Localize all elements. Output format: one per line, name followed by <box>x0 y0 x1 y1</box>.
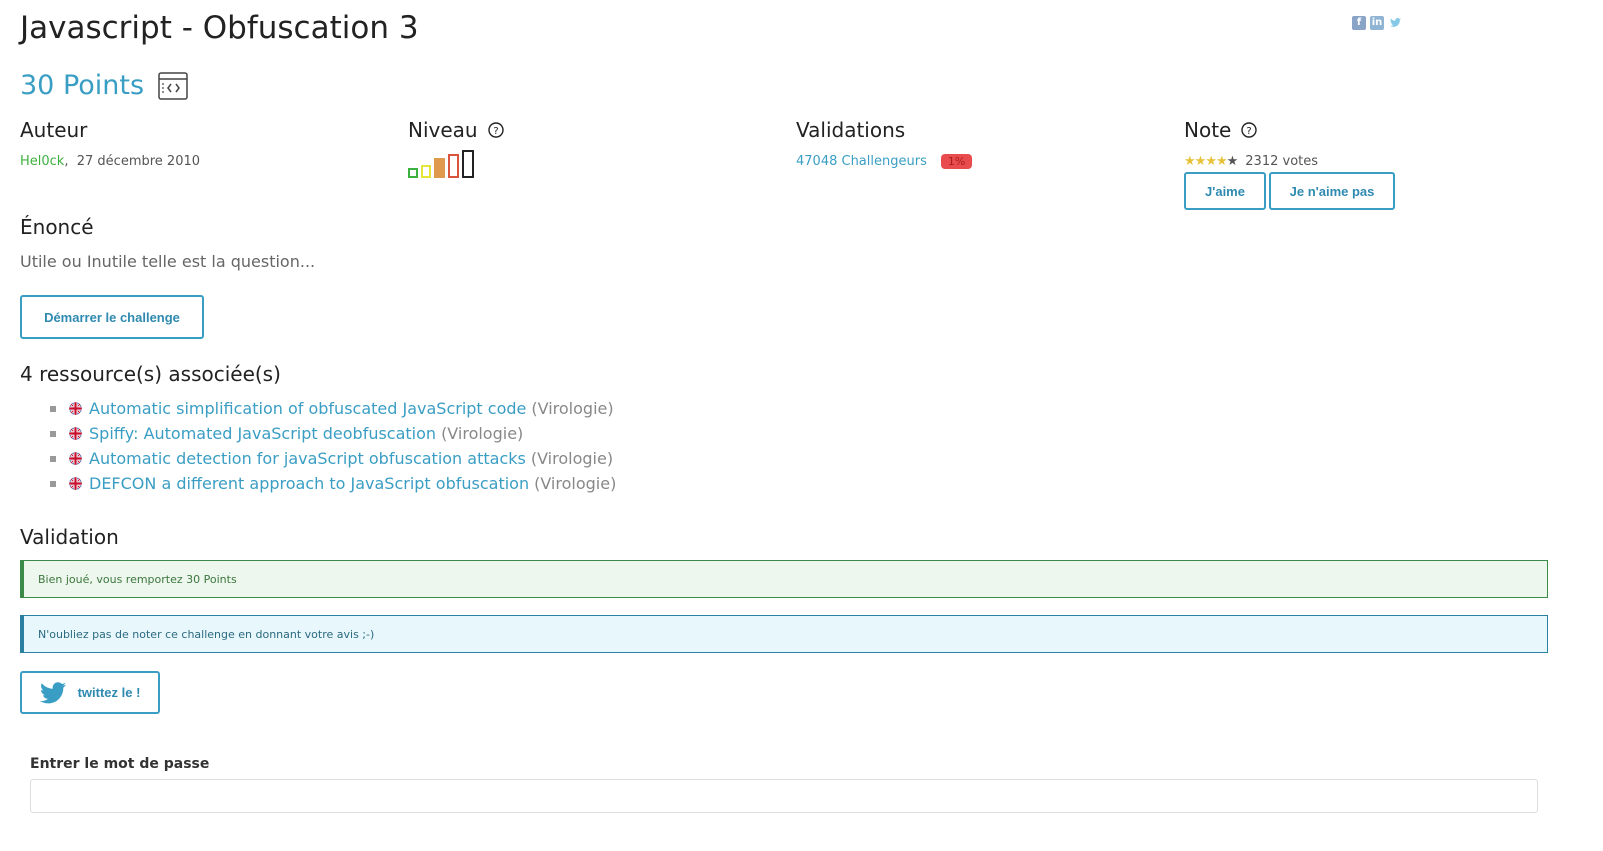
success-alert: Bien joué, vous remportez 30 Points <box>20 560 1548 598</box>
resource-category: (Virologie) <box>441 424 524 443</box>
difficulty-bar <box>448 154 459 178</box>
difficulty-bar <box>434 158 445 178</box>
svg-text:?: ? <box>493 126 498 137</box>
resource-category: (Virologie) <box>534 474 617 493</box>
author-date: 27 décembre 2010 <box>76 154 201 169</box>
twitter-icon[interactable] <box>1388 16 1402 30</box>
star-icon: ★ <box>1184 154 1196 169</box>
points-value: 30 Points <box>20 70 145 101</box>
start-challenge-button[interactable]: Démarrer le challenge <box>20 295 204 339</box>
author-link[interactable]: Hel0ck <box>20 154 64 169</box>
difficulty-bar <box>408 168 418 178</box>
info-message: N'oubliez pas de noter ce challenge en d… <box>38 627 375 641</box>
bullet <box>50 430 56 437</box>
tweet-button[interactable]: twittez le ! <box>20 671 160 714</box>
validations-section: Validations 47048 Challengeurs 1% <box>796 118 973 169</box>
difficulty-bar <box>421 165 431 178</box>
statement-heading: Énoncé <box>20 215 94 239</box>
resource-item: Automatic simplification of obfuscated J… <box>50 396 616 421</box>
page-title: Javascript - Obfuscation 3 <box>20 10 419 46</box>
password-input[interactable] <box>30 779 1538 813</box>
challengers-link[interactable]: 47048 Challengeurs <box>796 154 927 169</box>
vote-count: 2312 votes <box>1245 154 1319 169</box>
help-icon[interactable]: ? <box>487 122 504 138</box>
resource-link[interactable]: DEFCON a different approach to JavaScrip… <box>89 474 529 493</box>
statement-text: Utile ou Inutile telle est la question..… <box>20 252 316 271</box>
twitter-bird-icon <box>39 681 66 703</box>
uk-flag-icon <box>69 427 82 440</box>
resources-heading: 4 ressource(s) associée(s) <box>20 362 281 386</box>
uk-flag-icon <box>69 402 82 415</box>
author-separator: , <box>64 154 69 169</box>
rating-section: Note ? ★★★★★ 2312 votes <box>1184 118 1318 169</box>
success-message: Bien joué, vous remportez 30 Points <box>38 572 237 586</box>
resource-link[interactable]: Automatic detection for javaScript obfus… <box>89 449 526 468</box>
star-icon: ★ <box>1194 154 1207 169</box>
resource-link[interactable]: Automatic simplification of obfuscated J… <box>89 399 526 418</box>
social-share: f in <box>1352 16 1402 30</box>
help-icon[interactable]: ? <box>1241 122 1258 138</box>
bullet <box>50 480 56 487</box>
uk-flag-icon <box>69 452 82 465</box>
resource-item: DEFCON a different approach to JavaScrip… <box>50 471 616 496</box>
difficulty-bars <box>408 150 504 178</box>
uk-flag-icon <box>69 477 82 490</box>
password-label: Entrer le mot de passe <box>30 756 210 772</box>
rating-stars: ★★★★★ <box>1184 154 1239 169</box>
resource-category: (Virologie) <box>530 449 614 468</box>
author-heading: Auteur <box>20 118 88 142</box>
points-row: 30 Points <box>20 70 188 101</box>
validation-percent-badge: 1% <box>940 154 973 169</box>
star-icon: ★ <box>1205 154 1217 169</box>
author-section: Auteur Hel0ck, 27 décembre 2010 <box>20 118 200 169</box>
bullet <box>50 455 56 462</box>
difficulty-bar <box>462 150 474 178</box>
linkedin-icon[interactable]: in <box>1370 16 1384 30</box>
like-button[interactable]: J'aime <box>1184 172 1266 210</box>
facebook-icon[interactable]: f <box>1352 16 1366 30</box>
resource-item: Automatic detection for javaScript obfus… <box>50 446 616 471</box>
star-icon: ★ <box>1226 154 1239 169</box>
validations-heading: Validations <box>796 118 906 142</box>
resources-list: Automatic simplification of obfuscated J… <box>50 396 616 496</box>
level-heading: Niveau <box>408 118 478 142</box>
dislike-button[interactable]: Je n'aime pas <box>1269 172 1395 210</box>
svg-text:?: ? <box>1247 126 1252 137</box>
rating-heading: Note <box>1184 118 1232 142</box>
level-section: Niveau ? <box>408 118 504 178</box>
resource-link[interactable]: Spiffy: Automated JavaScript deobfuscati… <box>89 424 436 443</box>
challenge-page: f in Javascript - Obfuscation 3 30 Point… <box>0 0 1603 851</box>
resource-item: Spiffy: Automated JavaScript deobfuscati… <box>50 421 616 446</box>
star-icon: ★ <box>1215 154 1228 169</box>
resource-category: (Virologie) <box>531 399 614 418</box>
bullet <box>50 405 56 412</box>
validation-heading: Validation <box>20 525 119 549</box>
info-alert: N'oubliez pas de noter ce challenge en d… <box>20 615 1548 653</box>
tweet-label: twittez le ! <box>77 685 141 700</box>
code-window-icon[interactable] <box>158 71 188 100</box>
